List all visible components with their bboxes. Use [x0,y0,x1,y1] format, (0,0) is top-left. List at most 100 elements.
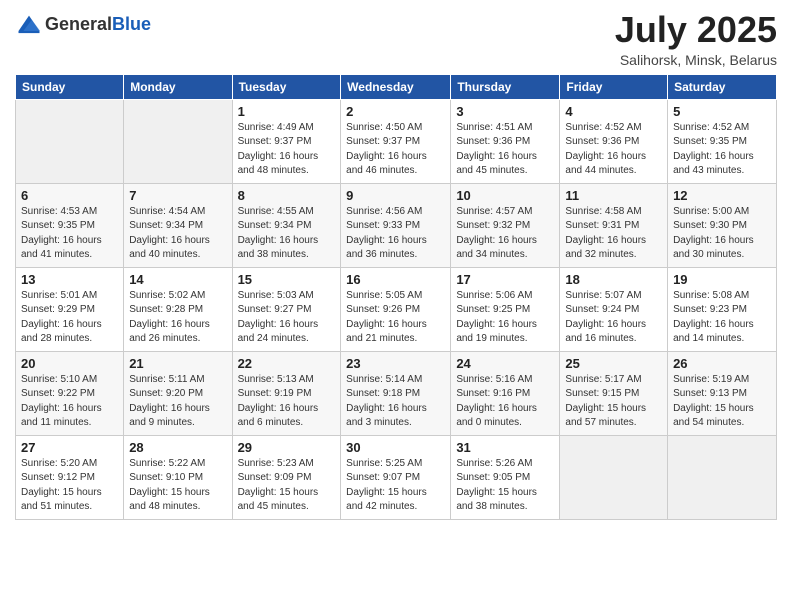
day-info: Sunrise: 5:25 AM Sunset: 9:07 PM Dayligh… [346,457,445,515]
day-number: 25 [565,356,662,371]
day-info: Sunrise: 5:02 AM Sunset: 9:28 PM Dayligh… [129,289,226,347]
weekday-sunday: Sunday [16,74,124,99]
day-info: Sunrise: 5:05 AM Sunset: 9:26 PM Dayligh… [346,289,445,347]
day-number: 17 [456,272,554,287]
calendar-cell: 27 Sunrise: 5:20 AM Sunset: 9:12 PM Dayli… [16,435,124,519]
month-title: July 2025 [615,10,777,50]
day-number: 5 [673,104,771,119]
day-number: 3 [456,104,554,119]
calendar-cell: 15Sunrise: 5:03 AM Sunset: 9:27 PM Dayli… [232,267,341,351]
calendar-cell [560,435,668,519]
calendar: SundayMondayTuesdayWednesdayThursdayFrid… [15,74,777,520]
day-number: 20 [21,356,118,371]
calendar-cell: 14Sunrise: 5:02 AM Sunset: 9:28 PM Dayli… [124,267,232,351]
calendar-cell: 23 Sunrise: 5:14 AM Sunset: 9:18 PM Dayli… [341,351,451,435]
day-info: Sunrise: 4:52 AM Sunset: 9:36 PM Dayligh… [565,121,662,179]
weekday-saturday: Saturday [668,74,777,99]
day-number: 13 [21,272,118,287]
calendar-week-1: 1Sunrise: 4:49 AM Sunset: 9:37 PM Daylig… [16,99,777,183]
calendar-cell: 1Sunrise: 4:49 AM Sunset: 9:37 PM Daylig… [232,99,341,183]
day-number: 30 [346,440,445,455]
calendar-cell: 25 Sunrise: 5:17 AM Sunset: 9:15 PM Dayli… [560,351,668,435]
calendar-cell: 18 Sunrise: 5:07 AM Sunset: 9:24 PM Dayli… [560,267,668,351]
day-number: 16 [346,272,445,287]
calendar-cell: 4 Sunrise: 4:52 AM Sunset: 9:36 PM Daylig… [560,99,668,183]
day-info: Sunrise: 5:17 AM Sunset: 9:15 PM Dayligh… [565,373,662,431]
weekday-thursday: Thursday [451,74,560,99]
day-number: 8 [238,188,336,203]
calendar-cell: 3 Sunrise: 4:51 AM Sunset: 9:36 PM Daylig… [451,99,560,183]
weekday-header-row: SundayMondayTuesdayWednesdayThursdayFrid… [16,74,777,99]
day-info: Sunrise: 5:11 AM Sunset: 9:20 PM Dayligh… [129,373,226,431]
day-info: Sunrise: 4:55 AM Sunset: 9:34 PM Dayligh… [238,205,336,263]
day-info: Sunrise: 5:10 AM Sunset: 9:22 PM Dayligh… [21,373,118,431]
day-info: Sunrise: 4:49 AM Sunset: 9:37 PM Dayligh… [238,121,336,179]
day-info: Sunrise: 4:50 AM Sunset: 9:37 PM Dayligh… [346,121,445,179]
day-number: 27 [21,440,118,455]
day-info: Sunrise: 5:00 AM Sunset: 9:30 PM Dayligh… [673,205,771,263]
calendar-cell: 2 Sunrise: 4:50 AM Sunset: 9:37 PM Daylig… [341,99,451,183]
calendar-cell: 28 Sunrise: 5:22 AM Sunset: 9:10 PM Dayli… [124,435,232,519]
calendar-cell: 26Sunrise: 5:19 AM Sunset: 9:13 PM Dayli… [668,351,777,435]
day-number: 10 [456,188,554,203]
weekday-friday: Friday [560,74,668,99]
logo: GeneralBlue [15,10,151,38]
day-number: 23 [346,356,445,371]
logo-blue: Blue [112,14,151,34]
day-info: Sunrise: 4:51 AM Sunset: 9:36 PM Dayligh… [456,121,554,179]
day-number: 28 [129,440,226,455]
calendar-week-4: 20 Sunrise: 5:10 AM Sunset: 9:22 PM Dayli… [16,351,777,435]
day-info: Sunrise: 5:19 AM Sunset: 9:13 PM Dayligh… [673,373,771,431]
day-info: Sunrise: 5:22 AM Sunset: 9:10 PM Dayligh… [129,457,226,515]
calendar-cell: 24 Sunrise: 5:16 AM Sunset: 9:16 PM Dayli… [451,351,560,435]
day-number: 24 [456,356,554,371]
day-info: Sunrise: 5:20 AM Sunset: 9:12 PM Dayligh… [21,457,118,515]
calendar-cell: 30 Sunrise: 5:25 AM Sunset: 9:07 PM Dayli… [341,435,451,519]
calendar-week-2: 6Sunrise: 4:53 AM Sunset: 9:35 PM Daylig… [16,183,777,267]
day-info: Sunrise: 5:14 AM Sunset: 9:18 PM Dayligh… [346,373,445,431]
calendar-cell: 29Sunrise: 5:23 AM Sunset: 9:09 PM Dayli… [232,435,341,519]
calendar-cell: 11 Sunrise: 4:58 AM Sunset: 9:31 PM Dayli… [560,183,668,267]
day-info: Sunrise: 5:01 AM Sunset: 9:29 PM Dayligh… [21,289,118,347]
calendar-cell: 6Sunrise: 4:53 AM Sunset: 9:35 PM Daylig… [16,183,124,267]
day-info: Sunrise: 5:13 AM Sunset: 9:19 PM Dayligh… [238,373,336,431]
day-number: 7 [129,188,226,203]
calendar-cell: 20 Sunrise: 5:10 AM Sunset: 9:22 PM Dayli… [16,351,124,435]
calendar-cell [668,435,777,519]
calendar-cell: 16 Sunrise: 5:05 AM Sunset: 9:26 PM Dayli… [341,267,451,351]
day-info: Sunrise: 5:07 AM Sunset: 9:24 PM Dayligh… [565,289,662,347]
calendar-cell: 7 Sunrise: 4:54 AM Sunset: 9:34 PM Daylig… [124,183,232,267]
weekday-tuesday: Tuesday [232,74,341,99]
logo-general: General [45,14,112,34]
weekday-wednesday: Wednesday [341,74,451,99]
day-number: 2 [346,104,445,119]
calendar-cell: 5Sunrise: 4:52 AM Sunset: 9:35 PM Daylig… [668,99,777,183]
day-number: 4 [565,104,662,119]
day-number: 19 [673,272,771,287]
header: GeneralBlue July 2025 Salihorsk, Minsk, … [15,10,777,68]
day-number: 15 [238,272,336,287]
calendar-cell: 31Sunrise: 5:26 AM Sunset: 9:05 PM Dayli… [451,435,560,519]
day-number: 21 [129,356,226,371]
calendar-cell: 9Sunrise: 4:56 AM Sunset: 9:33 PM Daylig… [341,183,451,267]
day-number: 22 [238,356,336,371]
logo-icon [15,10,43,38]
day-number: 31 [456,440,554,455]
calendar-cell: 8 Sunrise: 4:55 AM Sunset: 9:34 PM Daylig… [232,183,341,267]
calendar-cell: 12 Sunrise: 5:00 AM Sunset: 9:30 PM Dayli… [668,183,777,267]
day-number: 18 [565,272,662,287]
day-number: 12 [673,188,771,203]
calendar-cell: 13 Sunrise: 5:01 AM Sunset: 9:29 PM Dayli… [16,267,124,351]
day-number: 11 [565,188,662,203]
day-info: Sunrise: 4:56 AM Sunset: 9:33 PM Dayligh… [346,205,445,263]
day-info: Sunrise: 5:06 AM Sunset: 9:25 PM Dayligh… [456,289,554,347]
day-info: Sunrise: 4:54 AM Sunset: 9:34 PM Dayligh… [129,205,226,263]
day-number: 29 [238,440,336,455]
day-info: Sunrise: 5:16 AM Sunset: 9:16 PM Dayligh… [456,373,554,431]
calendar-week-3: 13 Sunrise: 5:01 AM Sunset: 9:29 PM Dayli… [16,267,777,351]
calendar-cell: 19Sunrise: 5:08 AM Sunset: 9:23 PM Dayli… [668,267,777,351]
day-info: Sunrise: 4:58 AM Sunset: 9:31 PM Dayligh… [565,205,662,263]
location-title: Salihorsk, Minsk, Belarus [615,52,777,68]
page: GeneralBlue July 2025 Salihorsk, Minsk, … [0,0,792,612]
day-info: Sunrise: 4:57 AM Sunset: 9:32 PM Dayligh… [456,205,554,263]
